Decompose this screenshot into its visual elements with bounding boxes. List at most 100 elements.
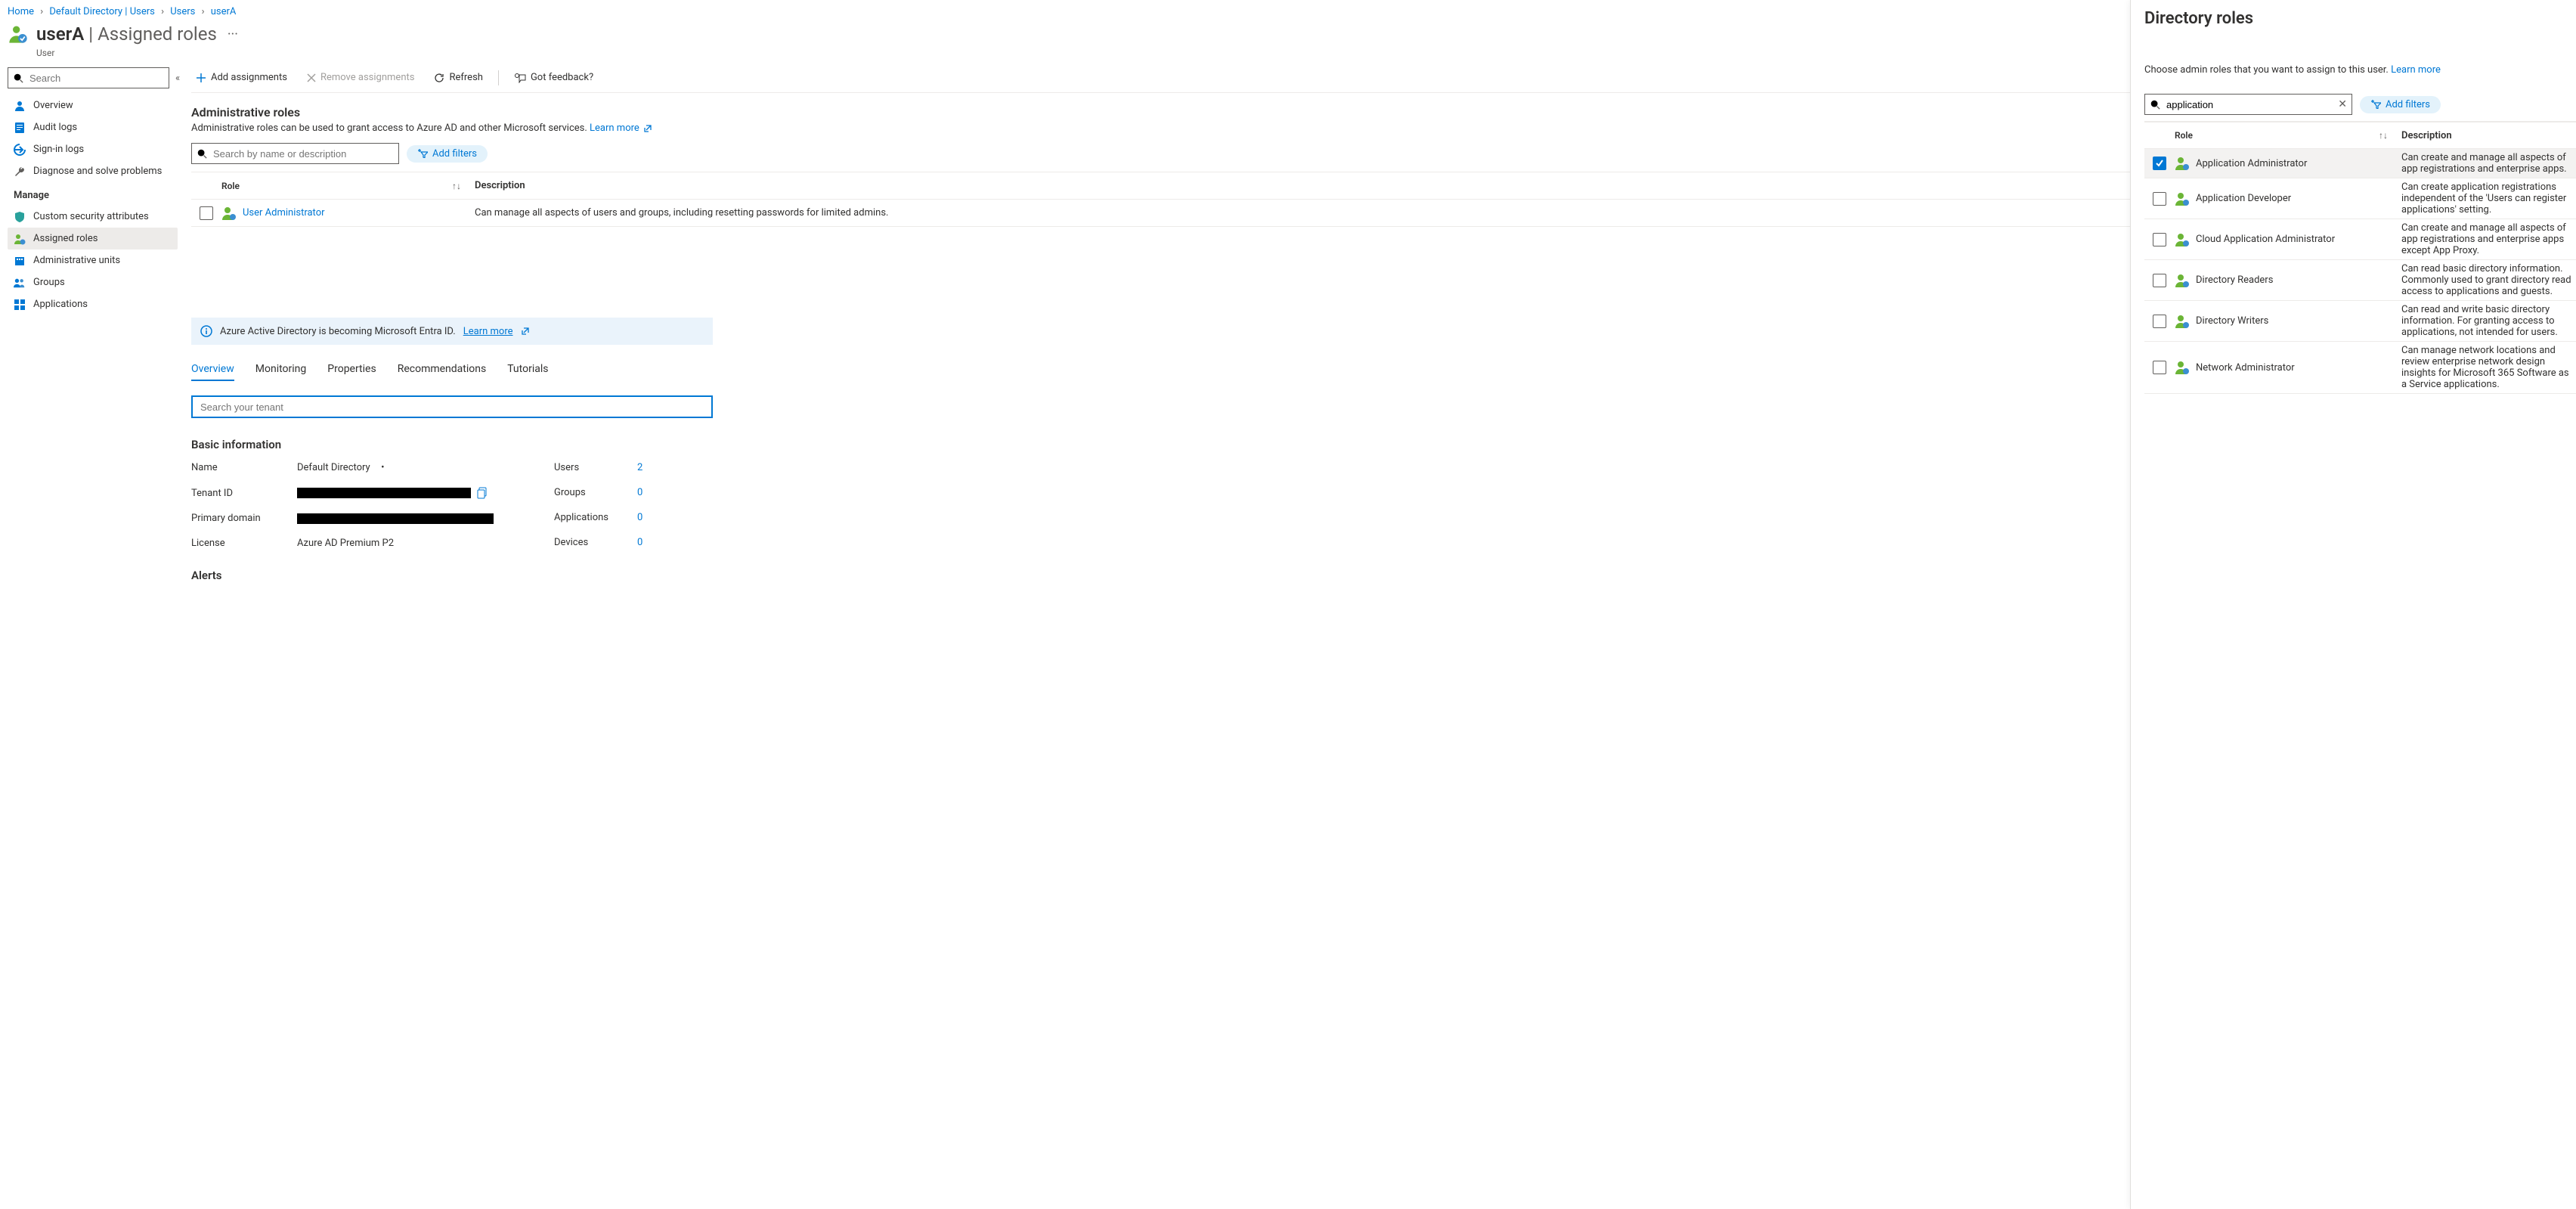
devices-count-link[interactable]: 0 xyxy=(637,537,642,548)
tab-monitoring[interactable]: Monitoring xyxy=(255,358,307,381)
row-checkbox[interactable] xyxy=(2153,192,2166,206)
nav-search[interactable] xyxy=(8,67,169,88)
crumb-dir-users[interactable]: Default Directory | Users xyxy=(49,6,154,17)
table-row[interactable]: Cloud Application AdministratorCan creat… xyxy=(2144,219,2576,260)
filter-plus-icon xyxy=(417,149,428,158)
feedback-icon xyxy=(514,73,526,83)
add-assignments-button[interactable]: Add assignments xyxy=(191,69,292,86)
col-role[interactable]: Role xyxy=(221,181,452,191)
tab-properties[interactable]: Properties xyxy=(327,358,376,381)
role-icon xyxy=(2175,273,2190,288)
tenant-id-value xyxy=(297,488,471,498)
nav-admin-units[interactable]: Administrative units xyxy=(8,250,178,271)
role-name-link[interactable]: User Administrator xyxy=(243,207,325,219)
search-icon xyxy=(2150,99,2160,110)
flyout-search-input[interactable] xyxy=(2165,98,2333,111)
x-icon xyxy=(307,73,316,82)
table-row[interactable]: Application DeveloperCan create applicat… xyxy=(2144,178,2576,219)
admin-roles-desc: Administrative roles can be used to gran… xyxy=(191,122,2130,134)
nav-signin-logs[interactable]: Sign-in logs xyxy=(8,138,178,160)
role-search[interactable] xyxy=(191,143,399,164)
role-icon xyxy=(2175,314,2190,329)
command-bar: Add assignments Remove assignments Refre… xyxy=(191,63,2130,93)
refresh-button[interactable]: Refresh xyxy=(429,69,487,86)
nav-groups[interactable]: Groups xyxy=(8,271,178,293)
role-name: Directory Writers xyxy=(2196,315,2268,327)
refresh-icon xyxy=(434,73,444,83)
copy-icon[interactable] xyxy=(477,487,488,499)
tenant-search-input[interactable] xyxy=(199,401,705,414)
row-checkbox[interactable] xyxy=(2153,157,2166,170)
nav-applications[interactable]: Applications xyxy=(8,293,178,315)
resource-type-label: User xyxy=(0,48,2130,63)
crumb-users[interactable]: Users xyxy=(170,6,195,17)
devices-label: Devices xyxy=(554,537,637,548)
row-checkbox[interactable] xyxy=(2153,361,2166,374)
role-description: Can create and manage all aspects of app… xyxy=(2401,152,2576,175)
role-icon xyxy=(2175,360,2190,375)
plus-icon xyxy=(196,73,206,83)
flyout-desc: Choose admin roles that you want to assi… xyxy=(2144,64,2576,76)
groups-count-link[interactable]: 0 xyxy=(637,487,642,498)
remove-assignments-button: Remove assignments xyxy=(302,69,420,86)
role-icon xyxy=(2175,156,2190,171)
tab-recommendations[interactable]: Recommendations xyxy=(398,358,487,381)
admin-learn-more-link[interactable]: Learn more xyxy=(590,122,639,134)
nav-overview[interactable]: Overview xyxy=(8,95,178,116)
flyout-learn-more-link[interactable]: Learn more xyxy=(2391,64,2441,76)
nav-custom-security-attrs[interactable]: Custom security attributes xyxy=(8,206,178,228)
role-icon xyxy=(221,206,237,221)
flyout-add-filters-button[interactable]: Add filters xyxy=(2360,96,2441,113)
tenant-search[interactable] xyxy=(191,395,713,418)
row-checkbox[interactable] xyxy=(2153,315,2166,328)
nav-assigned-roles[interactable]: Assigned roles xyxy=(8,228,178,250)
col-description[interactable]: Description xyxy=(475,180,2130,191)
nav-diagnose[interactable]: Diagnose and solve problems xyxy=(8,160,178,182)
role-description: Can manage all aspects of users and grou… xyxy=(475,207,2130,219)
banner-learn-more-link[interactable]: Learn more xyxy=(463,326,513,337)
applications-count-link[interactable]: 0 xyxy=(637,512,642,523)
nav-audit-logs[interactable]: Audit logs xyxy=(8,116,178,138)
table-row[interactable]: Network Administrator Can manage network … xyxy=(2144,342,2576,394)
table-row[interactable]: Application Administrator Can create and … xyxy=(2144,149,2576,178)
groups-label: Groups xyxy=(554,487,637,498)
more-button[interactable]: ··· xyxy=(224,26,241,42)
building-icon xyxy=(14,255,26,267)
alerts-header: Alerts xyxy=(191,569,2130,582)
flyout-col-role[interactable]: Role xyxy=(2175,130,2379,141)
got-feedback-button[interactable]: Got feedback? xyxy=(509,69,598,86)
flyout-search[interactable]: ✕ xyxy=(2144,94,2352,115)
users-count-link[interactable]: 2 xyxy=(637,462,642,473)
name-label: Name xyxy=(191,462,297,473)
role-name: Application Developer xyxy=(2196,193,2291,204)
tenant-id-label: Tenant ID xyxy=(191,488,297,499)
flyout-col-description[interactable]: Description xyxy=(2401,130,2576,141)
external-link-icon xyxy=(521,327,530,336)
sort-icon[interactable]: ↑↓ xyxy=(2379,130,2401,141)
license-label: License xyxy=(191,538,297,549)
role-name: Network Administrator xyxy=(2196,362,2295,374)
role-name: Application Administrator xyxy=(2196,158,2307,169)
admin-roles-title: Administrative roles xyxy=(191,105,2130,119)
flyout-roles-table: Role ↑↓ Description Application Administ… xyxy=(2144,121,2576,394)
clear-search-icon[interactable]: ✕ xyxy=(2338,98,2347,110)
search-icon xyxy=(13,73,23,83)
table-row[interactable]: Directory Writers Can read and write basi… xyxy=(2144,301,2576,342)
row-checkbox[interactable] xyxy=(2153,233,2166,246)
tab-tutorials[interactable]: Tutorials xyxy=(507,358,548,381)
crumb-usera[interactable]: userA xyxy=(211,6,237,17)
role-description: Can read and write basic directory infor… xyxy=(2401,304,2576,338)
row-checkbox[interactable] xyxy=(200,206,213,220)
table-row[interactable]: Directory ReadersCan read basic director… xyxy=(2144,260,2576,301)
table-row[interactable]: User Administrator Can manage all aspect… xyxy=(191,200,2130,227)
role-description: Can manage network locations and review … xyxy=(2401,345,2576,390)
search-icon xyxy=(197,148,207,159)
tab-overview[interactable]: Overview xyxy=(191,358,234,381)
role-name: Cloud Application Administrator xyxy=(2196,234,2335,245)
nav-search-input[interactable] xyxy=(28,72,164,85)
crumb-home[interactable]: Home xyxy=(8,6,34,17)
role-search-input[interactable] xyxy=(212,147,394,160)
row-checkbox[interactable] xyxy=(2153,274,2166,287)
add-filters-button[interactable]: Add filters xyxy=(407,145,488,163)
sort-icon[interactable]: ↑↓ xyxy=(452,181,475,191)
